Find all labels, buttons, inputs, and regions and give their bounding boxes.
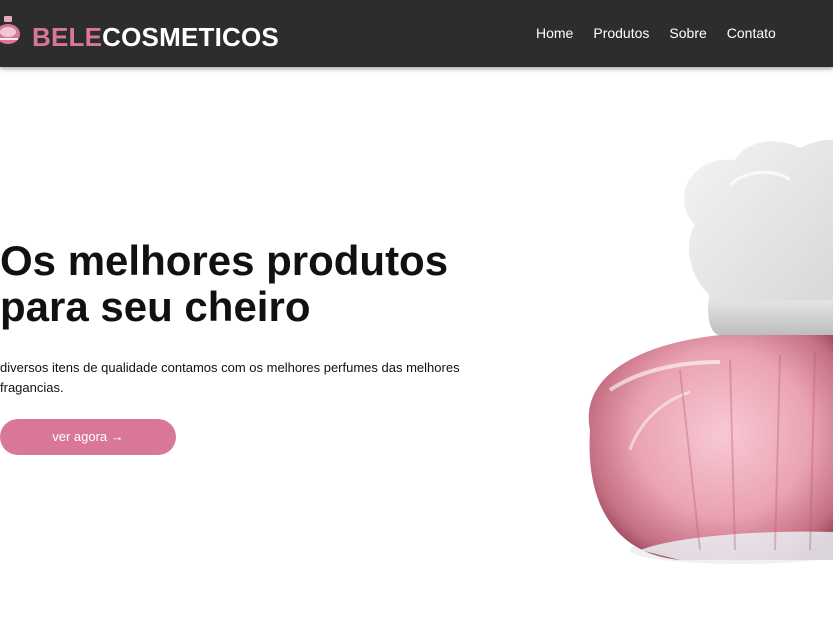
hero-title-line-2: para seu cheiro: [0, 283, 311, 330]
hero-title-line-1: Os melhores produtos: [0, 237, 449, 284]
nav-link-contato[interactable]: Contato: [727, 24, 776, 42]
brand-logo[interactable]: BELECOSMETICOS: [32, 22, 279, 52]
hero-title: Os melhores produtos para seu cheiro: [0, 238, 520, 330]
nav-link-produtos[interactable]: Produtos: [593, 24, 649, 42]
perfume-bottle-icon[interactable]: [0, 14, 22, 46]
ver-agora-button[interactable]: ver agora →: [0, 419, 176, 455]
nav-link-sobre[interactable]: Sobre: [669, 24, 706, 42]
nav-link-home[interactable]: Home: [536, 24, 573, 42]
nav-menu: Home Produtos Sobre Contato: [536, 24, 796, 42]
hero-description: diversos itens de qualidade contamos com…: [0, 360, 460, 395]
brand-part-2: COSMETICOS: [102, 22, 279, 52]
navbar: BELECOSMETICOS Home Produtos Sobre Conta…: [0, 0, 833, 67]
brand-part-1: BELE: [32, 22, 103, 52]
perfume-bottle-image: [588, 139, 833, 564]
